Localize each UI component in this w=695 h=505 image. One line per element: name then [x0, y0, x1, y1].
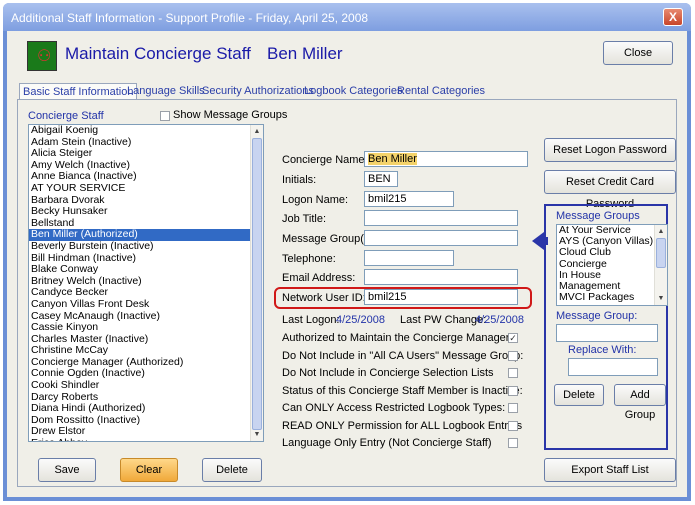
basic-info-panel: Concierge Staff Show Message Groups Abig…	[17, 99, 677, 487]
close-button[interactable]: Close	[603, 41, 673, 65]
client-area: ⚇ Maintain Concierge Staff Ben Miller Cl…	[7, 31, 687, 497]
reset-credit-card-password-button[interactable]: Reset Credit Card Password	[544, 170, 676, 210]
concierge-staff-list[interactable]: Abigail Koenig Adam Stein (Inactive) Alici…	[28, 124, 264, 442]
window-title: Additional Staff Information - Support P…	[11, 11, 369, 25]
message-group-item[interactable]: MVCI Packages	[557, 291, 667, 303]
tab-language-skills[interactable]: Language Skills	[127, 83, 205, 100]
last-logon-value: 4/25/2008	[336, 314, 385, 326]
option-label: Do Not Include in "All CA Users" Message…	[282, 349, 524, 362]
replace-with-field[interactable]	[568, 358, 658, 376]
option-label: Do Not Include in Concierge Selection Li…	[282, 367, 494, 379]
staff-list-item[interactable]: Cassie Kinyon	[29, 321, 263, 334]
telephone-label: Telephone:	[282, 253, 336, 265]
option-label: Authorized to Maintain the Concierge Man…	[282, 332, 513, 344]
option-label: Language Only Entry (Not Concierge Staff…	[282, 437, 492, 449]
scroll-up-icon[interactable]: ▲	[252, 126, 262, 137]
message-groups-field[interactable]	[364, 230, 518, 246]
tab-rental-categories[interactable]: Rental Categories	[397, 83, 485, 100]
logon-name-field[interactable]: bmil215	[364, 191, 454, 207]
staff-list-item[interactable]: Canyon Villas Front Desk	[29, 298, 263, 311]
message-group-field[interactable]	[556, 324, 658, 342]
staff-list-item[interactable]: AT YOUR SERVICE	[29, 182, 263, 195]
option-checkbox[interactable]	[508, 403, 518, 413]
staff-list-item[interactable]: Beverly Burstein (Inactive)	[29, 240, 263, 253]
staff-list-item[interactable]: Blake Conway	[29, 264, 263, 276]
option-checkbox[interactable]	[508, 420, 518, 431]
last-pw-change-label: Last PW Change:	[400, 314, 487, 326]
delete-button[interactable]: Delete	[202, 458, 262, 482]
concierge-name-label: Concierge Name:	[282, 154, 368, 166]
concierge-name-field[interactable]: Ben Miller	[364, 151, 528, 167]
app-window: Additional Staff Information - Support P…	[3, 3, 691, 501]
show-message-groups-checkbox[interactable]	[160, 111, 170, 121]
option-label: Status of this Concierge Staff Member is…	[282, 384, 523, 397]
last-logon-label: Last Logon:	[282, 314, 340, 326]
option-checkbox[interactable]	[508, 368, 518, 378]
initials-field[interactable]: BEN	[364, 171, 398, 187]
message-groups-title: Message Groups	[556, 210, 640, 222]
export-staff-list-button[interactable]: Export Staff List	[544, 458, 676, 482]
reset-logon-password-button[interactable]: Reset Logon Password	[544, 138, 676, 162]
save-button[interactable]: Save	[38, 458, 96, 482]
option-label: READ ONLY Permission for ALL Logbook Ent…	[282, 419, 523, 432]
window-close-button[interactable]: X	[663, 8, 683, 26]
job-title-label: Job Title:	[282, 213, 327, 225]
clear-button[interactable]: Clear	[120, 458, 178, 482]
staff-name-heading: Ben Miller	[267, 44, 343, 63]
message-groups-label: Message Group(s):	[282, 233, 377, 245]
message-group-label: Message Group:	[556, 310, 638, 322]
concierge-person-icon: ⚇	[27, 41, 57, 71]
network-user-id-field[interactable]: bmil215	[364, 289, 518, 305]
replace-with-label: Replace With:	[568, 344, 637, 356]
message-group-item[interactable]: Cloud Club	[557, 247, 667, 258]
option-checkbox[interactable]: ✓	[508, 333, 518, 343]
staff-list-item[interactable]: Abigail Koenig	[29, 125, 263, 137]
job-title-field[interactable]	[364, 210, 518, 226]
staff-list-item[interactable]: Cooki Shindler	[29, 379, 263, 392]
title-bar[interactable]: Additional Staff Information - Support P…	[3, 3, 691, 31]
email-field[interactable]	[364, 269, 518, 285]
concierge-name-value: Ben Miller	[368, 153, 417, 165]
staff-list-scrollbar[interactable]: ▲ ▼	[250, 125, 263, 441]
tab-security-authorizations[interactable]: Security Authorizations	[202, 83, 314, 100]
telephone-field[interactable]	[364, 250, 454, 266]
scroll-thumb[interactable]	[252, 138, 262, 430]
staff-list-item[interactable]: Becky Hunsaker	[29, 206, 263, 218]
option-checkbox[interactable]	[508, 438, 518, 448]
show-message-groups-label: Show Message Groups	[173, 109, 288, 121]
scroll-down-icon[interactable]: ▼	[252, 429, 262, 440]
last-pw-change-value: 4/25/2008	[475, 314, 524, 326]
mg-scroll-down-icon[interactable]: ▼	[656, 293, 666, 304]
logon-name-label: Logon Name:	[282, 194, 349, 206]
page-title: Maintain Concierge Staff	[65, 44, 251, 63]
mg-scroll-thumb[interactable]	[656, 238, 666, 268]
message-groups-list[interactable]: At Your Service AYS (Canyon Villas) Cloud …	[556, 224, 668, 306]
network-user-id-label: Network User ID:	[282, 292, 366, 304]
tab-logbook-categories[interactable]: Logbook Categories	[304, 83, 402, 100]
mg-scroll-up-icon[interactable]: ▲	[656, 226, 666, 237]
delete-group-button[interactable]: Delete	[554, 384, 604, 406]
option-checkbox[interactable]	[508, 385, 518, 396]
email-label: Email Address:	[282, 272, 356, 284]
concierge-staff-label: Concierge Staff	[28, 110, 104, 122]
option-label: Can ONLY Access Restricted Logbook Types…	[282, 402, 506, 414]
staff-list-item[interactable]: Erica Abbey	[29, 437, 263, 441]
add-group-button[interactable]: Add Group	[614, 384, 666, 421]
message-groups-box: Message Groups At Your Service AYS (Canyo…	[544, 204, 668, 450]
initials-label: Initials:	[282, 174, 317, 186]
message-groups-scrollbar[interactable]: ▲ ▼	[654, 225, 667, 305]
option-checkbox[interactable]	[508, 350, 518, 361]
